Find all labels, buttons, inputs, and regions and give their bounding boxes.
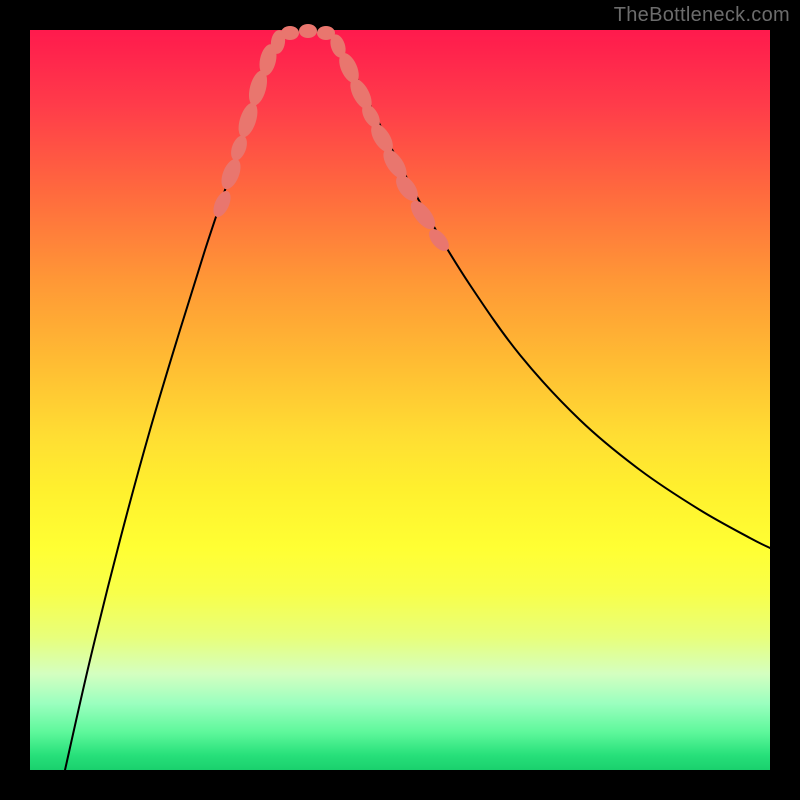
chart-svg <box>30 30 770 770</box>
data-marker <box>228 133 250 162</box>
data-marker <box>218 156 245 192</box>
plot-area <box>30 30 770 770</box>
data-marker <box>210 188 234 219</box>
chart-frame: TheBottleneck.com <box>0 0 800 800</box>
watermark-text: TheBottleneck.com <box>614 4 790 27</box>
marker-layer <box>210 24 453 254</box>
data-marker <box>235 100 261 139</box>
line-layer <box>65 30 770 770</box>
data-marker <box>299 24 317 38</box>
data-marker <box>281 26 299 40</box>
bottleneck-curve <box>65 30 770 770</box>
